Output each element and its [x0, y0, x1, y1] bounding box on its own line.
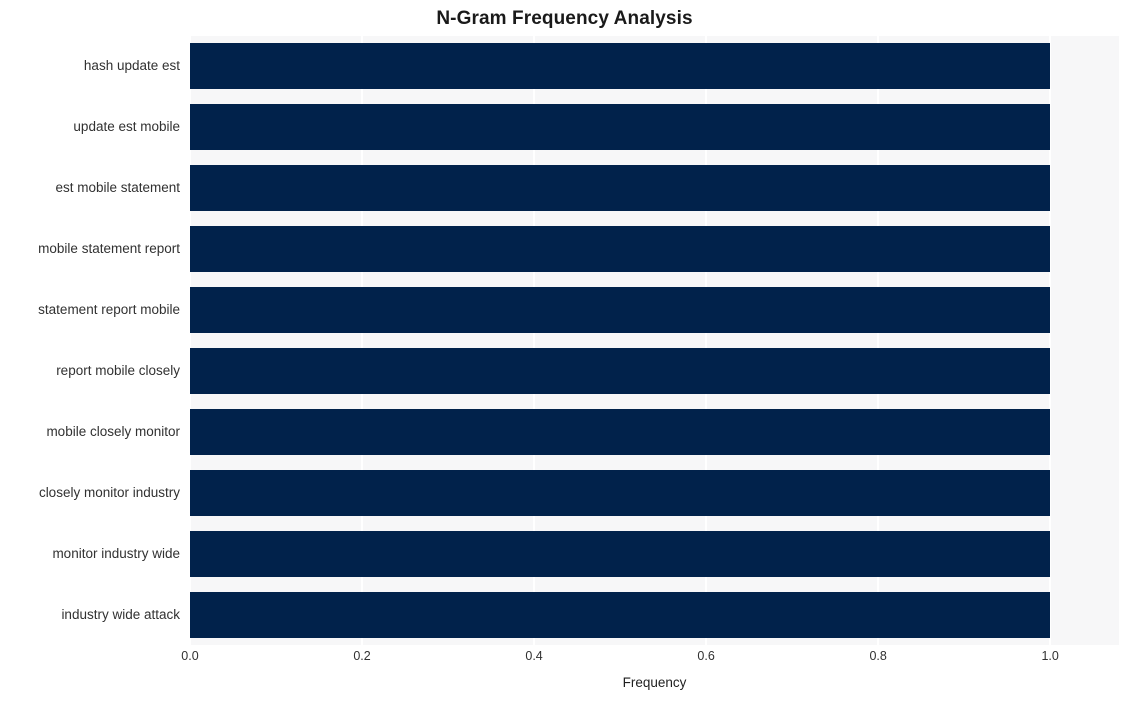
y-axis-tick-label: statement report mobile [38, 302, 180, 318]
y-axis-tick-labels: hash update est update est mobile est mobi… [0, 36, 185, 645]
x-axis-tick-label: 0.4 [525, 649, 543, 663]
x-axis-tick-label: 1.0 [1041, 649, 1059, 663]
bar [190, 530, 1051, 577]
y-axis-tick-label: industry wide attack [61, 606, 180, 622]
bar-series [190, 36, 1119, 645]
y-axis-tick-label: monitor industry wide [52, 545, 180, 561]
x-axis-tick-label: 0.0 [181, 649, 199, 663]
bar [190, 165, 1051, 212]
bar [190, 287, 1051, 334]
chart-figure: N-Gram Frequency Analysis hash update es… [0, 0, 1129, 701]
x-axis-title: Frequency [622, 675, 687, 690]
y-axis-tick-label: report mobile closely [56, 362, 180, 378]
y-axis-tick-label: mobile statement report [38, 241, 180, 257]
bar [190, 591, 1051, 638]
bar [190, 408, 1051, 455]
bar [190, 43, 1051, 90]
plot-area [189, 36, 1119, 645]
y-axis-tick-label: update est mobile [73, 119, 180, 135]
x-axis-tick-label: 0.6 [697, 649, 715, 663]
y-axis-tick-label: hash update est [83, 58, 180, 74]
x-axis-tick-labels: 0.0 0.2 0.4 0.6 0.8 1.0 [0, 648, 1129, 668]
y-axis-tick-label: closely monitor industry [38, 484, 180, 500]
bar [190, 347, 1051, 394]
bar [190, 104, 1051, 151]
y-axis-tick-label: mobile closely monitor [46, 423, 180, 439]
bar [190, 226, 1051, 273]
y-axis-tick-label: est mobile statement [55, 180, 180, 196]
x-axis-tick-label: 0.8 [869, 649, 887, 663]
x-axis-tick-label: 0.2 [353, 649, 371, 663]
chart-title: N-Gram Frequency Analysis [436, 8, 693, 29]
bar [190, 469, 1051, 516]
